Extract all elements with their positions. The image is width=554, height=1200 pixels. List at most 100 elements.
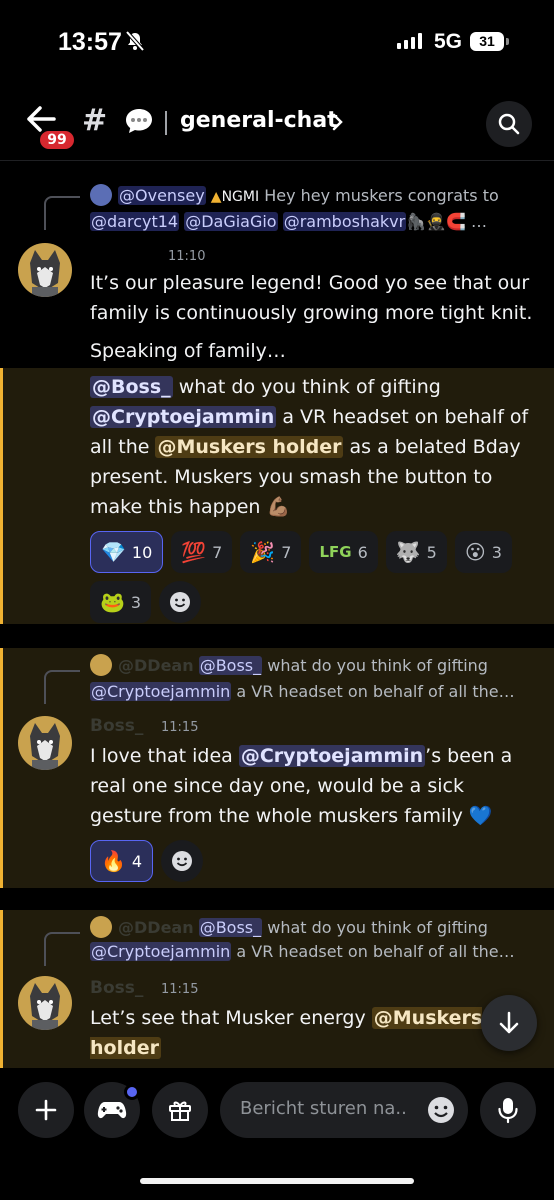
message-gap: [0, 888, 554, 910]
message-author[interactable]: Boss_: [90, 716, 143, 736]
reply-author[interactable]: @DDean: [118, 918, 194, 937]
reaction-button[interactable]: 😮 3: [454, 531, 512, 573]
gift-button[interactable]: [152, 1082, 208, 1138]
reaction-emoji: 😮: [464, 540, 486, 564]
reaction-count: 4: [131, 851, 143, 871]
header-divider: [0, 160, 554, 161]
chevron-right-icon[interactable]: [332, 112, 344, 132]
gift-icon: [169, 1101, 191, 1121]
reaction-emoji: 🎉: [250, 540, 276, 564]
reply-avatar: [90, 184, 112, 206]
reply-preview[interactable]: @DDean @Boss_ what do you think of gifti…: [90, 916, 540, 938]
arrow-down-icon: [499, 1011, 519, 1034]
avatar[interactable]: [18, 716, 72, 770]
reaction-button[interactable]: 💎 10: [90, 531, 164, 573]
reply-tail: 🦍🥷🧲 …: [406, 212, 488, 231]
plus-icon: [35, 1099, 57, 1121]
reaction-button[interactable]: 💯 7: [171, 531, 233, 573]
search-icon: [498, 113, 520, 135]
mention-boss[interactable]: @Boss_: [90, 376, 173, 398]
reaction-count: 3: [130, 592, 142, 612]
reaction-count: 6: [357, 542, 368, 562]
bell-slash-icon: [125, 30, 145, 52]
scroll-to-bottom-button[interactable]: [481, 995, 537, 1051]
reply-mention-2[interactable]: @DaGiaGio: [184, 212, 278, 231]
reply-mention[interactable]: @Boss_: [198, 918, 263, 937]
reply-preview-line2[interactable]: @Cryptoejammin a VR headset on behalf of…: [90, 942, 540, 961]
wolf-avatar-icon: [18, 716, 72, 770]
voice-message-button[interactable]: [480, 1082, 536, 1138]
reply-connector: [44, 932, 80, 966]
status-bar: 13:57 5G 31: [0, 0, 554, 80]
avatar[interactable]: [18, 976, 72, 1030]
header-separator: [165, 111, 167, 135]
mention-muskers-holder[interactable]: @Muskers holder: [155, 436, 344, 458]
reaction-emoji: 🐸: [100, 590, 125, 614]
reply-mention-2[interactable]: @Cryptoejammin: [90, 682, 232, 701]
reply-mention-3[interactable]: @ramboshakvr: [282, 212, 407, 231]
battery-icon: 31: [470, 32, 504, 51]
add-reaction-button[interactable]: [159, 581, 202, 623]
reaction-button[interactable]: 🔥 4: [90, 840, 154, 882]
channel-name[interactable]: general-chat: [180, 108, 338, 133]
role-tag: ▲: [210, 189, 222, 205]
avatar[interactable]: [18, 243, 72, 297]
reaction-button[interactable]: 🎉 7: [240, 531, 302, 573]
message-author[interactable]: Boss_: [90, 978, 143, 998]
reaction-count: 10: [131, 542, 153, 562]
reply-connector: [44, 670, 80, 704]
wolf-avatar-icon: [18, 976, 72, 1030]
reply-preview[interactable]: @DDean @Boss_ what do you think of gifti…: [90, 654, 540, 676]
home-indicator: [140, 1178, 414, 1184]
wolf-avatar-icon: [18, 243, 72, 297]
reply-author[interactable]: @Ovensey: [118, 186, 206, 205]
battery-nub: [506, 38, 509, 45]
message-author-hidden[interactable]: [90, 246, 96, 266]
reply-mention-1[interactable]: @darcyt14: [90, 212, 180, 231]
text-run: what do you think of gifting: [172, 376, 441, 398]
reply-preview-line2[interactable]: @darcyt14 @DaGiaGio @ramboshakvr🦍🥷🧲 …: [90, 212, 530, 231]
notification-dot: [124, 1084, 140, 1100]
message-timestamp: 11:10: [168, 249, 206, 264]
smiley-icon[interactable]: [426, 1095, 456, 1125]
add-reaction-icon: [170, 592, 191, 612]
add-reaction-icon: [172, 851, 193, 871]
reaction-button[interactable]: 🐺 5: [385, 531, 447, 573]
reply-mention-2[interactable]: @Cryptoejammin: [90, 942, 232, 961]
gamepad-icon: [97, 1102, 127, 1119]
reply-preview[interactable]: @Ovensey ▲NGMI Hey hey muskers congrats …: [90, 184, 540, 206]
text-run: Let’s see that Musker energy: [90, 1007, 372, 1029]
reaction-count: 5: [426, 542, 437, 562]
reaction-emoji: LFG: [319, 542, 352, 561]
reply-text: Hey hey muskers congrats to: [259, 186, 499, 205]
network-label: 5G: [434, 30, 463, 53]
reply-text: what do you think of gifting: [262, 656, 488, 675]
reply-author[interactable]: @DDean: [118, 656, 194, 675]
search-button[interactable]: [486, 101, 532, 147]
reply-text: a VR headset on behalf of all the…: [231, 942, 515, 961]
role-tag-label: NGMI: [221, 189, 260, 205]
reply-connector: [44, 196, 80, 230]
message-text: It’s our pleasure legend! Good yo see th…: [90, 272, 533, 324]
mention-cryptoejammin[interactable]: @Cryptoejammin: [90, 406, 277, 428]
reaction-emoji: 💎: [101, 540, 126, 564]
mention-cryptoejammin[interactable]: @Cryptoejammin: [238, 745, 426, 767]
attach-button[interactable]: [18, 1082, 74, 1138]
reply-preview-line2[interactable]: @Cryptoejammin a VR headset on behalf of…: [90, 682, 540, 701]
channel-hash-icon: #: [82, 103, 108, 138]
reply-avatar: [90, 916, 112, 938]
reaction-emoji: 🐺: [395, 540, 421, 564]
microphone-icon: [498, 1098, 518, 1124]
add-reaction-button[interactable]: [161, 840, 204, 882]
reaction-button[interactable]: LFG 6: [309, 531, 378, 573]
reply-avatar: [90, 654, 112, 676]
reaction-count: 7: [281, 542, 292, 562]
channel-header: 99 # general-chat: [0, 95, 554, 157]
message-text-2: Speaking of family…: [90, 340, 286, 362]
message-input[interactable]: Bericht sturen na..: [220, 1082, 468, 1138]
message-timestamp: 11:15: [161, 982, 199, 997]
reaction-button[interactable]: 🐸 3: [90, 581, 152, 623]
reaction-count: 7: [212, 542, 223, 562]
reply-mention[interactable]: @Boss_: [198, 656, 263, 675]
reply-text: a VR headset on behalf of all the…: [231, 682, 515, 701]
